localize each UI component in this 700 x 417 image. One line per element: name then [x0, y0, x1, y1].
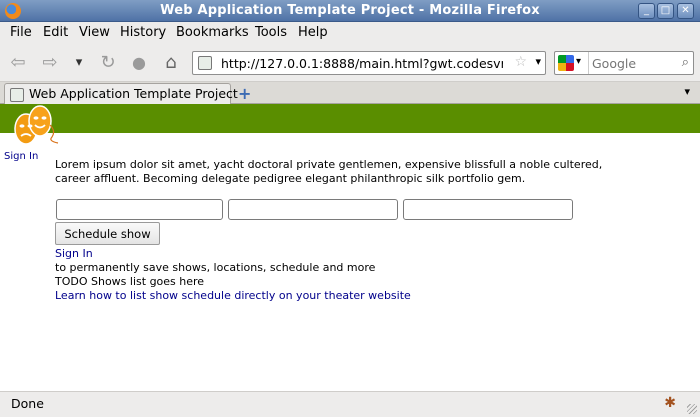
home-icon[interactable]: ⌂ [159, 51, 183, 75]
tab-label: Web Application Template Project [29, 86, 238, 101]
google-logo-icon[interactable] [558, 55, 574, 71]
forward-icon[interactable]: ⇨ [38, 51, 62, 75]
schedule-show-button[interactable]: Schedule show [55, 222, 160, 245]
menu-edit[interactable]: Edit [43, 25, 68, 40]
maximize-button[interactable]: □ [657, 3, 674, 19]
back-icon[interactable]: ⇦ [6, 51, 30, 75]
page-header-bar [0, 104, 700, 133]
show-input-2[interactable] [228, 199, 398, 220]
resize-grip-icon[interactable] [687, 404, 697, 414]
url-dropdown-icon[interactable]: ▾ [535, 55, 541, 68]
status-text: Done [11, 396, 44, 411]
tab-web-application-template-project[interactable]: Web Application Template Project [4, 83, 238, 105]
status-bar: Done ✱ [0, 391, 700, 417]
bookmark-star-icon[interactable]: ☆ [514, 54, 527, 70]
menu-help[interactable]: Help [298, 25, 328, 40]
header-sign-in-link[interactable]: Sign In [4, 151, 38, 162]
todo-shows-text: TODO Shows list goes here [55, 275, 205, 288]
search-engine-dropdown-icon[interactable]: ▾ [576, 56, 581, 67]
show-input-1[interactable] [56, 199, 223, 220]
firebug-icon[interactable]: ✱ [664, 395, 676, 411]
page-content: Sign In Lorem ipsum dolor sit amet, yach… [0, 104, 700, 391]
search-input[interactable] [592, 55, 676, 71]
intro-paragraph: Lorem ipsum dolor sit amet, yacht doctor… [55, 158, 603, 185]
sign-in-link[interactable]: Sign In [55, 247, 93, 260]
navigation-toolbar: ⇦ ⇨ ▾ ↻ ● ⌂ http://127.0.0.1:8888/main.h… [0, 44, 700, 82]
new-tab-icon[interactable]: + [238, 84, 251, 103]
reload-icon[interactable]: ↻ [96, 51, 120, 75]
search-bar[interactable]: ▾ ⌕ [554, 51, 694, 75]
stop-icon[interactable]: ● [127, 51, 151, 75]
menu-bar: File Edit View History Bookmarks Tools H… [0, 22, 700, 44]
tab-bar: Web Application Template Project + ▾ [0, 82, 700, 105]
search-icon[interactable]: ⌕ [682, 55, 689, 70]
learn-how-link[interactable]: Learn how to list show schedule directly… [55, 289, 411, 302]
site-identity-icon[interactable] [198, 56, 212, 70]
menu-bookmarks[interactable]: Bookmarks [176, 25, 249, 40]
menu-file[interactable]: File [10, 25, 32, 40]
menu-view[interactable]: View [79, 25, 110, 40]
theater-masks-logo-icon [14, 105, 59, 145]
search-separator [588, 52, 589, 74]
url-text[interactable]: http://127.0.0.1:8888/main.html?gwt.code… [221, 56, 503, 71]
tab-site-icon [10, 88, 24, 102]
close-button[interactable]: ✕ [677, 3, 694, 19]
window-title: Web Application Template Project - Mozil… [160, 3, 540, 18]
list-all-tabs-icon[interactable]: ▾ [684, 85, 690, 98]
minimize-button[interactable]: _ [638, 3, 655, 19]
history-dropdown-icon[interactable]: ▾ [67, 51, 91, 75]
menu-history[interactable]: History [120, 25, 166, 40]
menu-tools[interactable]: Tools [255, 25, 287, 40]
window-titlebar: Web Application Template Project - Mozil… [0, 0, 700, 22]
save-shows-text: to permanently save shows, locations, sc… [55, 261, 376, 274]
show-input-3[interactable] [403, 199, 573, 220]
address-bar[interactable]: http://127.0.0.1:8888/main.html?gwt.code… [192, 51, 546, 75]
